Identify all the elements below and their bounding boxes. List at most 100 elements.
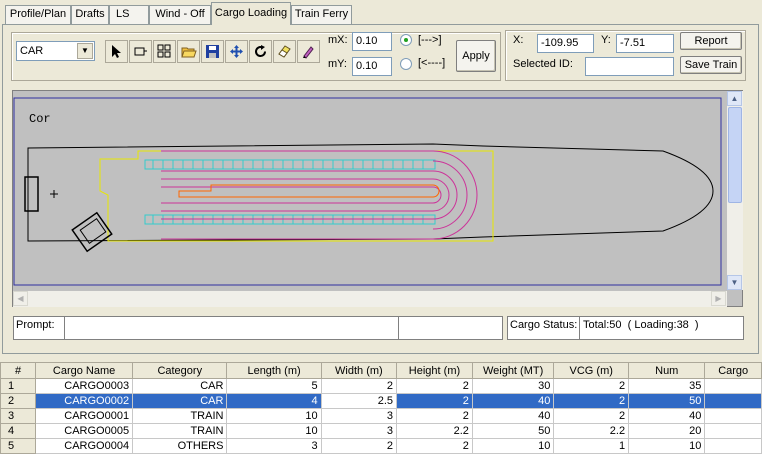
table-cell[interactable]: 2 xyxy=(396,408,473,424)
canvas-vertical-scrollbar[interactable]: ▲ ▼ xyxy=(727,91,743,290)
table-cell[interactable]: 3 xyxy=(226,438,322,454)
column-header[interactable]: Cargo xyxy=(704,362,762,379)
column-header[interactable]: Cargo Name xyxy=(35,362,134,379)
vertical-scroll-thumb[interactable] xyxy=(728,107,742,203)
table-row[interactable]: 4 CARGO0005 TRAIN 10 3 2.2 50 2.2 20 xyxy=(0,423,762,439)
pointer-icon[interactable] xyxy=(105,40,128,63)
row-header: 4 xyxy=(0,423,37,439)
column-header[interactable]: Category xyxy=(132,362,228,379)
table-cell[interactable]: 2 xyxy=(553,378,630,394)
column-header[interactable]: Width (m) xyxy=(320,362,398,379)
backward-radio[interactable] xyxy=(400,58,412,70)
selected-id-input[interactable] xyxy=(585,57,674,76)
table-cell[interactable]: 2 xyxy=(553,408,630,424)
cargo-grid[interactable]: # Cargo Name Category Length (m) Width (m) He… xyxy=(0,362,762,465)
table-cell[interactable] xyxy=(704,438,762,454)
table-cell[interactable]: 2 xyxy=(553,393,630,409)
category-select[interactable]: CAR ▼ xyxy=(16,41,95,61)
table-cell[interactable]: 4 xyxy=(226,393,322,409)
loading-canvas[interactable]: Cor xyxy=(13,91,727,291)
table-cell[interactable]: CARGO0005 xyxy=(35,423,134,439)
y-input[interactable]: -7.51 xyxy=(616,34,674,53)
scroll-right-icon[interactable]: ▶ xyxy=(711,291,726,306)
column-header[interactable]: Length (m) xyxy=(226,362,322,379)
table-cell[interactable]: 2.5 xyxy=(320,393,398,409)
table-cell[interactable]: 10 xyxy=(226,408,322,424)
column-header[interactable]: VCG (m) xyxy=(553,362,630,379)
column-header[interactable]: Num xyxy=(628,362,706,379)
chevron-down-icon[interactable]: ▼ xyxy=(77,43,93,59)
mx-input[interactable]: 0.10 xyxy=(352,32,392,51)
table-cell[interactable]: 3 xyxy=(320,408,398,424)
table-row[interactable]: 3 CARGO0001 TRAIN 10 3 2 40 2 40 xyxy=(0,408,762,424)
column-header[interactable]: Weight (MT) xyxy=(471,362,555,379)
table-cell[interactable] xyxy=(704,408,762,424)
table-cell[interactable]: CARGO0004 xyxy=(35,438,134,454)
x-input[interactable]: -109.95 xyxy=(537,34,594,53)
table-row[interactable]: 5 CARGO0004 OTHERS 3 2 2 10 1 10 xyxy=(0,438,762,454)
column-header[interactable]: # xyxy=(0,362,37,379)
tab-ls[interactable]: LS xyxy=(109,5,149,24)
table-cell[interactable]: 2.2 xyxy=(396,423,473,439)
table-row[interactable]: 1 CARGO0003 CAR 5 2 2 30 2 35 xyxy=(0,378,762,394)
eraser-icon[interactable] xyxy=(273,40,296,63)
table-cell[interactable] xyxy=(704,378,762,394)
table-cell[interactable]: TRAIN xyxy=(132,408,228,424)
tab-strip: Profile/Plan Drafts LS Wind - Off Cargo … xyxy=(0,0,762,25)
open-folder-icon[interactable] xyxy=(177,40,200,63)
scroll-down-icon[interactable]: ▼ xyxy=(727,275,742,290)
table-cell[interactable]: 5 xyxy=(226,378,322,394)
table-cell[interactable]: 2 xyxy=(320,438,398,454)
column-header[interactable]: Height (m) xyxy=(396,362,473,379)
table-cell[interactable]: CAR xyxy=(132,378,228,394)
table-cell[interactable]: 40 xyxy=(471,393,555,409)
table-cell[interactable]: 50 xyxy=(628,393,706,409)
table-cell[interactable]: TRAIN xyxy=(132,423,228,439)
table-cell[interactable]: 10 xyxy=(628,438,706,454)
my-input[interactable]: 0.10 xyxy=(352,57,392,76)
forward-radio[interactable] xyxy=(400,34,412,46)
table-cell[interactable]: 2 xyxy=(396,393,473,409)
table-cell[interactable]: 1 xyxy=(553,438,630,454)
table-header: # Cargo Name Category Length (m) Width (m) He… xyxy=(0,362,762,379)
table-cell[interactable]: 2 xyxy=(396,378,473,394)
pen-icon[interactable] xyxy=(297,40,320,63)
table-row[interactable]: 2 CARGO0002 CAR 4 2.5 2 40 2 50 xyxy=(0,393,762,409)
table-cell[interactable]: 3 xyxy=(320,423,398,439)
table-cell[interactable]: 40 xyxy=(471,408,555,424)
table-cell[interactable]: 40 xyxy=(628,408,706,424)
grid-icon[interactable] xyxy=(153,40,176,63)
table-cell[interactable] xyxy=(704,393,762,409)
table-cell[interactable]: 2.2 xyxy=(553,423,630,439)
table-cell[interactable]: CARGO0002 xyxy=(35,393,134,409)
table-cell[interactable]: CARGO0001 xyxy=(35,408,134,424)
table-cell[interactable]: OTHERS xyxy=(132,438,228,454)
tab-profile-plan[interactable]: Profile/Plan xyxy=(5,5,71,24)
apply-button[interactable]: Apply xyxy=(456,40,496,72)
table-cell[interactable]: 50 xyxy=(471,423,555,439)
scroll-left-icon[interactable]: ◀ xyxy=(13,291,28,306)
tab-drafts[interactable]: Drafts xyxy=(71,5,109,24)
category-select-value: CAR xyxy=(20,45,44,57)
report-button[interactable]: Report xyxy=(680,32,742,50)
tab-wind-off[interactable]: Wind - Off xyxy=(149,5,211,24)
table-cell[interactable]: 2 xyxy=(396,438,473,454)
canvas-horizontal-scrollbar[interactable]: ◀ ▶ xyxy=(13,291,727,307)
tab-cargo-loading[interactable]: Cargo Loading xyxy=(211,2,291,25)
table-cell[interactable]: CAR xyxy=(132,393,228,409)
rotate-icon[interactable] xyxy=(249,40,272,63)
table-cell[interactable] xyxy=(704,423,762,439)
table-cell[interactable]: 35 xyxy=(628,378,706,394)
table-cell[interactable]: 10 xyxy=(226,423,322,439)
move-icon[interactable] xyxy=(225,40,248,63)
tab-train-ferry[interactable]: Train Ferry xyxy=(291,5,352,24)
table-cell[interactable]: CARGO0003 xyxy=(35,378,134,394)
scroll-up-icon[interactable]: ▲ xyxy=(727,91,742,106)
table-cell[interactable]: 10 xyxy=(471,438,555,454)
add-cargo-icon[interactable] xyxy=(129,40,152,63)
table-cell[interactable]: 2 xyxy=(320,378,398,394)
table-cell[interactable]: 20 xyxy=(628,423,706,439)
table-cell[interactable]: 30 xyxy=(471,378,555,394)
save-train-button[interactable]: Save Train xyxy=(680,56,742,74)
save-icon[interactable] xyxy=(201,40,224,63)
